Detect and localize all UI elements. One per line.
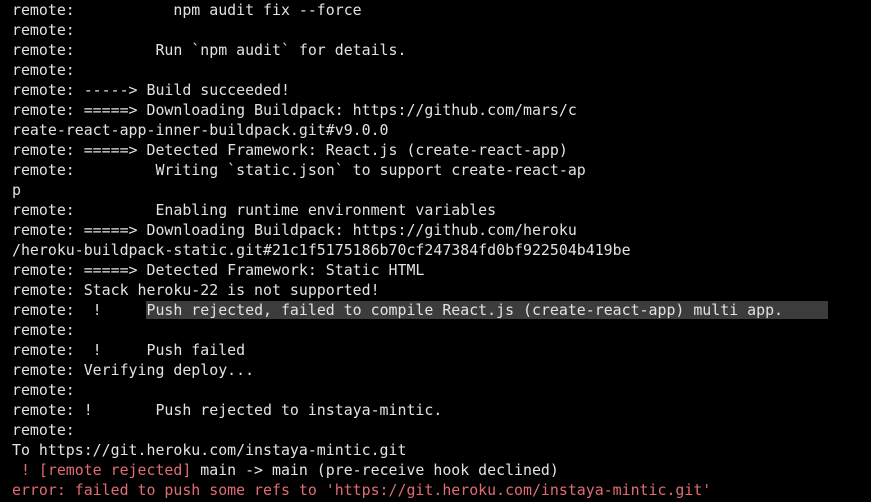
terminal-line: remote: ! Push failed: [12, 341, 246, 359]
selected-text-highlight: Push rejected, failed to compile React.j…: [146, 301, 828, 319]
terminal-line: remote: Stack heroku-22 is not supported…: [12, 281, 380, 299]
terminal-line: reate-react-app-inner-buildpack.git#v9.0…: [12, 121, 389, 139]
error-line: error: failed to push some refs to 'http…: [12, 481, 712, 499]
terminal-line: remote: -----> Build succeeded!: [12, 81, 290, 99]
terminal-line: remote: =====> Downloading Buildpack: ht…: [12, 221, 577, 239]
terminal-line-remote-rejected: ! [remote rejected] main -> main (pre-re…: [12, 460, 871, 480]
terminal-line: /heroku-buildpack-static.git#21c1f517518…: [12, 241, 631, 259]
remote-rejected-detail: main -> main (pre-receive hook declined): [200, 461, 559, 479]
terminal-line: remote: npm audit fix --force: [12, 1, 362, 19]
line-prefix: remote: !: [12, 301, 147, 319]
terminal-line: remote:: [12, 21, 75, 39]
terminal-line: remote:: [12, 61, 75, 79]
remote-rejected-label: ! [remote rejected]: [12, 461, 201, 479]
terminal-line: remote: Enabling runtime environment var…: [12, 201, 497, 219]
terminal-line: To https://git.heroku.com/instaya-mintic…: [12, 441, 407, 459]
terminal-line: remote: =====> Downloading Buildpack: ht…: [12, 101, 577, 119]
terminal-line: remote:: [12, 381, 75, 399]
terminal-line: remote:: [12, 421, 75, 439]
terminal-output[interactable]: remote: npm audit fix --force remote: re…: [0, 0, 871, 502]
terminal-line: remote: =====> Detected Framework: Stati…: [12, 261, 425, 279]
terminal-line: remote: =====> Detected Framework: React…: [12, 141, 568, 159]
terminal-line: remote: Writing `static.json` to support…: [12, 161, 586, 179]
terminal-line: remote: Run `npm audit` for details.: [12, 41, 407, 59]
terminal-line: remote:: [12, 321, 75, 339]
terminal-line: remote: Verifying deploy...: [12, 361, 255, 379]
terminal-line: p: [12, 181, 21, 199]
terminal-line: remote: ! Push rejected to instaya-minti…: [12, 401, 443, 419]
terminal-line-push-rejected: remote: ! Push rejected, failed to compi…: [12, 300, 871, 320]
